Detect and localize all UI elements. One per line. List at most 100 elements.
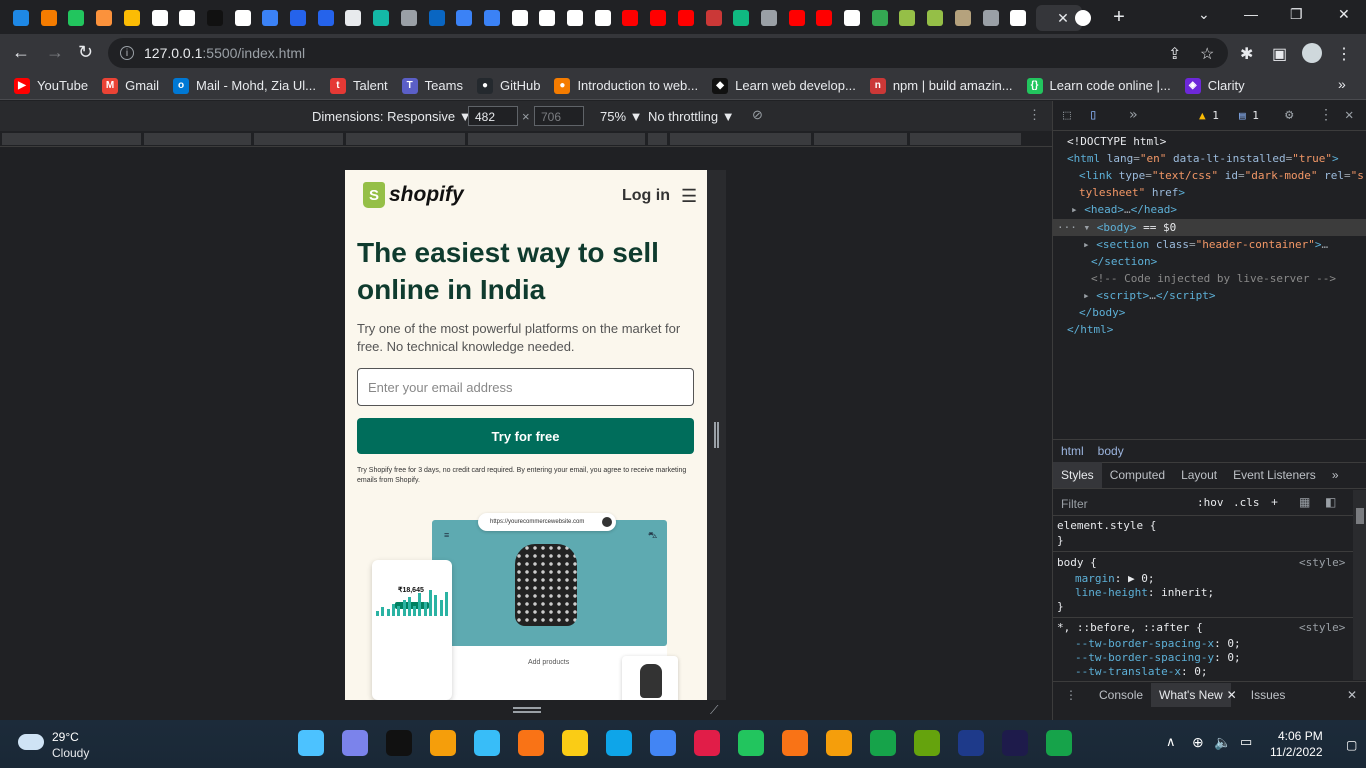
styles-filter-input[interactable]: Filter: [1061, 497, 1088, 511]
browser-tab[interactable]: [424, 5, 450, 31]
body-rule-source[interactable]: <style>: [1299, 556, 1345, 569]
computed-styles-icon[interactable]: ▦: [1299, 495, 1310, 509]
toggle-sidebar-icon[interactable]: ◧: [1325, 495, 1336, 509]
browser-tab[interactable]: [202, 5, 228, 31]
browser-tab[interactable]: [784, 5, 810, 31]
browser-tab[interactable]: [174, 5, 200, 31]
browser-tab[interactable]: [147, 5, 173, 31]
close-devtools-icon[interactable]: ✕: [1345, 107, 1353, 123]
device-more-icon[interactable]: ⋮: [1028, 107, 1041, 123]
browser-tab[interactable]: [63, 5, 89, 31]
drawer-tab-console[interactable]: Console: [1091, 683, 1151, 707]
browser-tab[interactable]: [396, 5, 422, 31]
cls-toggle[interactable]: .cls: [1233, 496, 1260, 509]
browser-tab[interactable]: [645, 5, 671, 31]
weather-condition[interactable]: Cloudy: [52, 746, 89, 760]
start-icon[interactable]: [298, 730, 324, 756]
browser-tab[interactable]: [867, 5, 893, 31]
css-declaration[interactable]: line-height: inherit;: [1075, 586, 1214, 599]
bookmark-item[interactable]: n npm | build amazin...: [869, 77, 1013, 94]
dom-link[interactable]: <link type="text/css" id="dark-mode" rel…: [1079, 169, 1364, 182]
browser-tab[interactable]: [479, 5, 505, 31]
drawer-tab-issues[interactable]: Issues: [1243, 683, 1294, 707]
rotate-icon[interactable]: ⊘: [752, 107, 763, 123]
browser-tab[interactable]: [1070, 5, 1096, 31]
chrome-icon[interactable]: [650, 730, 676, 756]
browser-tab[interactable]: [451, 5, 477, 31]
browser-tab[interactable]: [978, 5, 1004, 31]
clock-date[interactable]: 11/2/2022: [1270, 745, 1323, 759]
close-whats-new-icon[interactable]: ✕: [1227, 688, 1237, 702]
throttle-dropdown[interactable]: No throttling ▼: [648, 109, 735, 124]
browser-tab[interactable]: [257, 5, 283, 31]
maximize-button[interactable]: ❐: [1290, 6, 1303, 23]
amazon-music-icon[interactable]: [1002, 730, 1028, 756]
browser-tab[interactable]: [313, 5, 339, 31]
browser-tab[interactable]: [728, 5, 754, 31]
browser-tab[interactable]: [285, 5, 311, 31]
bookmark-item[interactable]: M Gmail: [102, 77, 159, 94]
bookmark-item[interactable]: ● Introduction to web...: [554, 77, 698, 94]
forward-icon[interactable]: →: [46, 42, 64, 63]
bookmark-item[interactable]: ▶ YouTube: [14, 77, 88, 94]
dom-section[interactable]: ▸ <section class="header-container">…: [1083, 238, 1328, 251]
browser-tab[interactable]: [534, 5, 560, 31]
close-tab-icon[interactable]: ✕: [1057, 10, 1069, 27]
devtools-menu-icon[interactable]: ⋮: [1319, 107, 1333, 123]
warnings-badge[interactable]: ▲ 1: [1199, 109, 1219, 122]
breadcrumb-html[interactable]: html: [1061, 444, 1084, 458]
dom-comment[interactable]: <!-- Code injected by live-server -->: [1091, 272, 1336, 285]
dom-script[interactable]: ▸ <script>…</script>: [1083, 289, 1215, 302]
hamburger-menu-icon[interactable]: ☰: [681, 186, 697, 207]
styles-scrollbar[interactable]: [1353, 490, 1366, 680]
battery-icon[interactable]: ▭: [1240, 734, 1252, 750]
css-declaration[interactable]: --tw-border-spacing-y: 0;: [1075, 651, 1241, 664]
language-icon[interactable]: ⊕: [1192, 734, 1204, 751]
share-icon[interactable]: ⇪: [1168, 44, 1181, 64]
bookmark-star-icon[interactable]: ☆: [1200, 44, 1214, 64]
resize-handle-vertical[interactable]: [513, 707, 541, 713]
media-query-segment[interactable]: [910, 133, 1022, 145]
browser-tab[interactable]: [839, 5, 865, 31]
dom-doctype[interactable]: <!DOCTYPE html>: [1067, 135, 1166, 148]
css-declaration[interactable]: --tw-translate-x: 0;: [1075, 665, 1207, 678]
dev-icon[interactable]: [430, 730, 456, 756]
resize-handle-horizontal[interactable]: [714, 422, 719, 448]
hov-toggle[interactable]: :hov: [1197, 496, 1224, 509]
height-input[interactable]: 706: [534, 106, 584, 126]
browser-tab[interactable]: [922, 5, 948, 31]
bookmark-item[interactable]: ● GitHub: [476, 77, 540, 94]
subtab-layout[interactable]: Layout: [1173, 468, 1225, 488]
more-bookmarks-icon[interactable]: »: [1338, 76, 1346, 92]
tab-search-icon[interactable]: ⌄: [1198, 6, 1210, 23]
dom-head[interactable]: ▸ <head>…</head>: [1071, 203, 1177, 216]
try-for-free-button[interactable]: Try for free: [357, 418, 694, 454]
weather-temperature[interactable]: 29°C: [52, 730, 79, 744]
media-query-segment[interactable]: [670, 133, 812, 145]
close-drawer-icon[interactable]: ✕: [1347, 688, 1357, 702]
browser-tab[interactable]: [950, 5, 976, 31]
settings-gear-icon[interactable]: ⚙: [1285, 107, 1293, 123]
bookmark-item[interactable]: T Teams: [401, 77, 463, 94]
drawer-tab-what-s-new[interactable]: What's New: [1151, 682, 1231, 707]
css-declaration[interactable]: --tw-border-spacing-x: 0;: [1075, 637, 1241, 650]
subtab-computed[interactable]: Computed: [1102, 468, 1173, 488]
browser-tab[interactable]: [119, 5, 145, 31]
site-info-icon[interactable]: i: [120, 46, 134, 60]
email-input[interactable]: Enter your email address: [357, 368, 694, 406]
subtab-event-listeners[interactable]: Event Listeners: [1225, 468, 1324, 488]
browser-tab[interactable]: [368, 5, 394, 31]
drawer-menu-icon[interactable]: ⋮: [1065, 688, 1077, 702]
browser-tab[interactable]: [230, 5, 256, 31]
browser-tab[interactable]: [8, 5, 34, 31]
browser-tab[interactable]: [756, 5, 782, 31]
new-rule-icon[interactable]: +: [1271, 495, 1278, 509]
browser-tab[interactable]: [894, 5, 920, 31]
swift-icon[interactable]: [782, 730, 808, 756]
bookmark-item[interactable]: o Mail - Mohd, Zia Ul...: [173, 77, 316, 94]
sublime-icon[interactable]: [826, 730, 852, 756]
browser-tab[interactable]: [91, 5, 117, 31]
dom-body[interactable]: ··· ▾ <body> == $0: [1057, 221, 1176, 234]
login-link[interactable]: Log in: [622, 187, 670, 205]
android-icon[interactable]: [870, 730, 896, 756]
